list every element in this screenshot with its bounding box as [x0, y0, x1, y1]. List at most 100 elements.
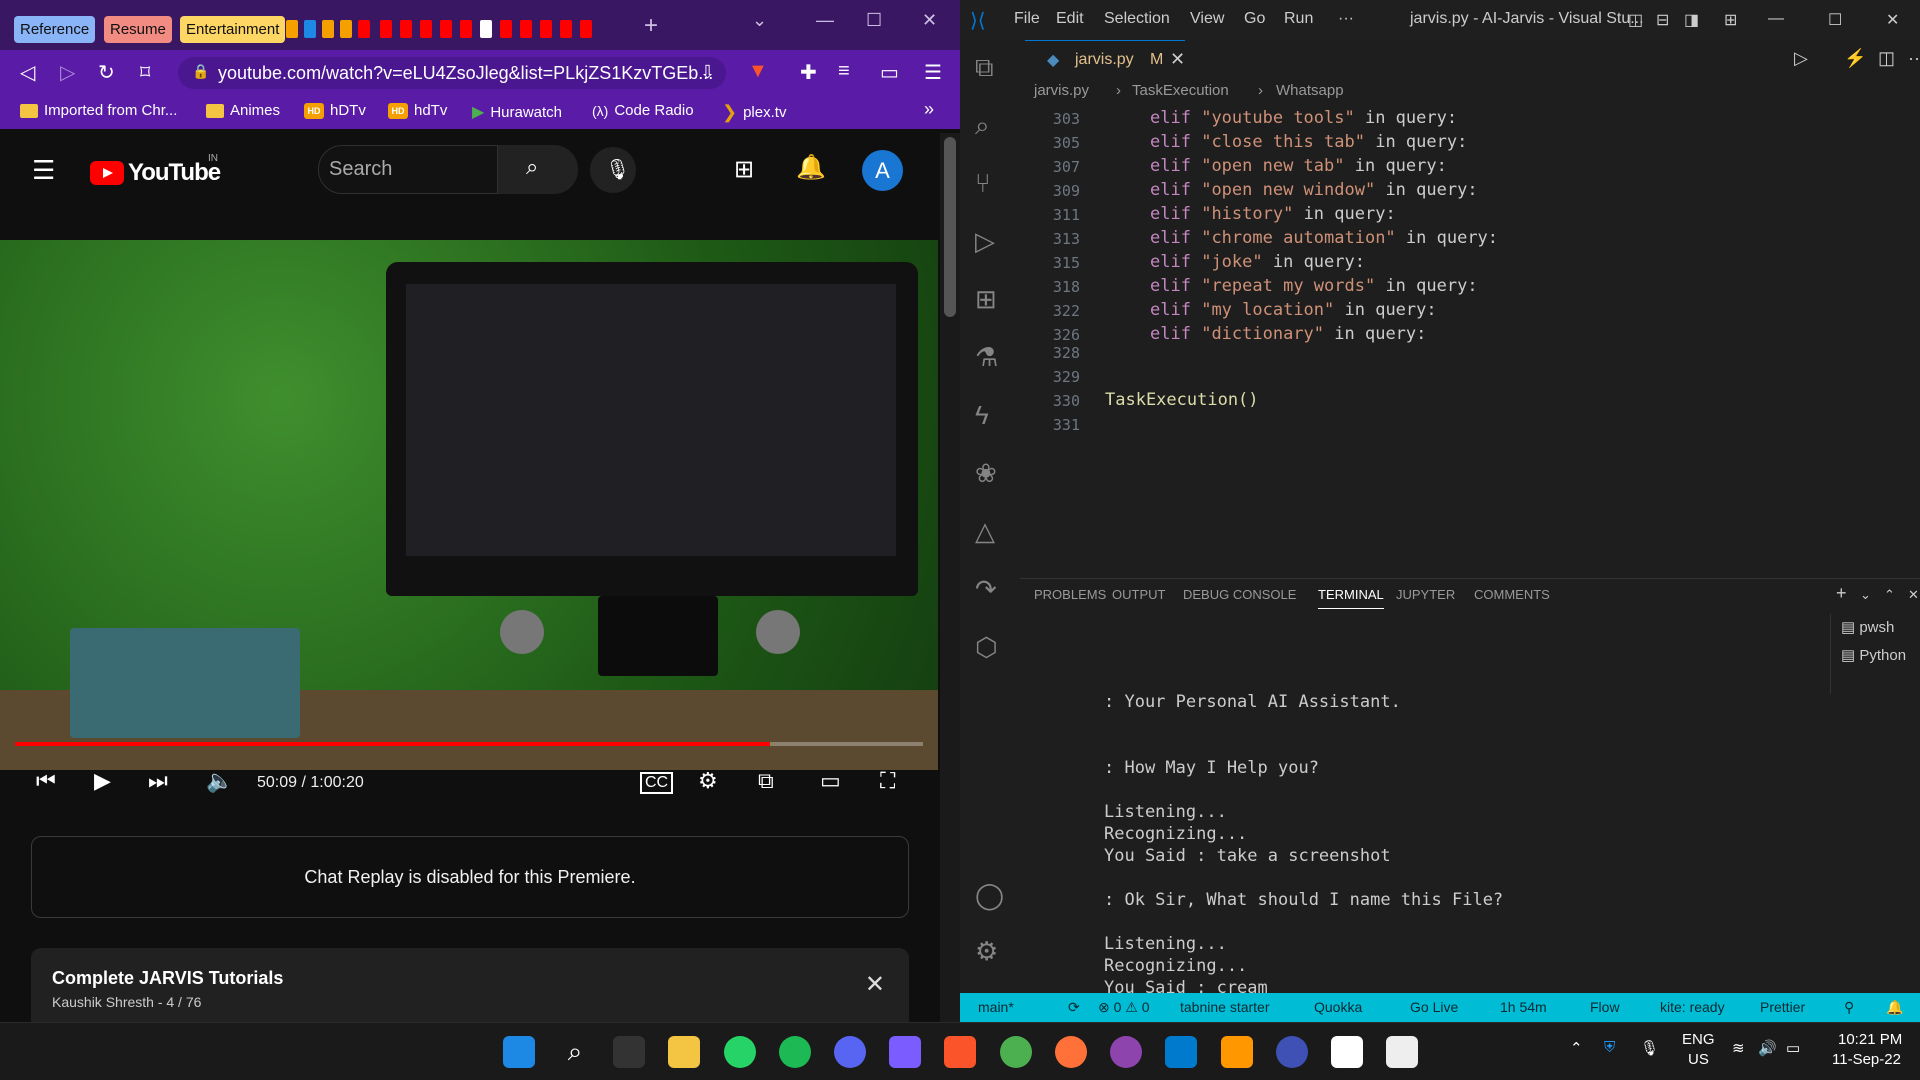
language-indicator[interactable]: ENG [1682, 1031, 1715, 1048]
extensions-icon[interactable]: ✚ [800, 60, 817, 85]
search-button[interactable]: ⌕ [498, 145, 578, 194]
mic-button[interactable]: 🎙 [590, 147, 636, 193]
breadcrumb-file[interactable]: jarvis.py [1034, 82, 1089, 99]
tab-favicon[interactable] [304, 20, 316, 38]
tab-favicon[interactable] [560, 20, 572, 38]
url-field[interactable]: 🔒 youtube.com/watch?v=eLU4ZsoJleg&list=P… [178, 57, 726, 89]
close-icon[interactable]: ✕ [865, 970, 885, 999]
sublime-icon[interactable] [1221, 1036, 1253, 1068]
close-button[interactable]: ✕ [1886, 10, 1899, 30]
youtube-logo[interactable]: YouTube IN [90, 153, 221, 187]
video-progress-bar[interactable] [15, 742, 923, 746]
menu-icon[interactable]: ☰ [924, 60, 942, 85]
minimize-button[interactable]: — [1768, 10, 1784, 28]
vpn-icon[interactable] [889, 1036, 921, 1068]
paw-icon[interactable]: ❀ [975, 458, 997, 489]
maximize-button[interactable]: ☐ [866, 10, 882, 31]
spotify-icon[interactable] [779, 1036, 811, 1068]
tab-favicon[interactable] [400, 20, 412, 38]
menu-edit[interactable]: Edit [1056, 10, 1084, 28]
terminal-python[interactable]: ▤ Python [1841, 646, 1906, 664]
live-share-icon[interactable]: ↷ [975, 574, 997, 605]
kite-status[interactable]: kite: ready [1660, 999, 1725, 1015]
bookmark-imported[interactable]: Imported from Chr... [20, 102, 177, 119]
bookmark-hurawatch[interactable]: ▶ Hurawatch [472, 102, 562, 122]
extensions-icon[interactable]: ⊞ [975, 284, 997, 315]
search-input[interactable]: Search [318, 145, 498, 194]
bookmark-icon[interactable]: ⌑ [140, 60, 150, 85]
play-icon[interactable]: ▶ [94, 768, 111, 794]
tab-favicon[interactable] [420, 20, 432, 38]
close-panel-icon[interactable]: ✕ [1908, 587, 1919, 603]
tab-problems[interactable]: PROBLEMS [1034, 587, 1106, 602]
tab-group-entertainment[interactable]: Entertainment [180, 16, 286, 43]
close-button[interactable]: ✕ [922, 10, 937, 31]
reload-icon[interactable]: ↻ [98, 60, 115, 85]
captions-icon[interactable]: CC [640, 772, 674, 794]
kite-icon[interactable]: △ [975, 516, 995, 547]
menu-selection[interactable]: Selection [1104, 10, 1170, 28]
clock-time[interactable]: 10:21 PM [1838, 1031, 1902, 1048]
theater-icon[interactable]: ▭ [820, 768, 841, 794]
customize-layout-icon[interactable]: ⊞ [1724, 10, 1737, 30]
notion-calendar-icon[interactable] [1386, 1036, 1418, 1068]
page-scrollbar[interactable] [940, 133, 960, 1022]
fullscreen-icon[interactable]: ⛶ [880, 768, 895, 794]
chevron-down-icon[interactable]: ⌄ [1860, 587, 1871, 603]
sync-icon[interactable]: ⟳ [1068, 999, 1080, 1016]
tab-favicon[interactable] [358, 20, 370, 38]
mic-icon[interactable]: 🎙 [1640, 1039, 1659, 1057]
previous-icon[interactable]: ⏮ [36, 768, 56, 794]
layout-icon[interactable]: ◫ [1628, 10, 1643, 30]
live-share-icon[interactable]: ⚲ [1844, 999, 1854, 1016]
tab-output[interactable]: OUTPUT [1112, 587, 1165, 602]
search-icon[interactable]: ⌕ [975, 110, 990, 142]
menu-run[interactable]: Run [1284, 10, 1313, 28]
eclipse-icon[interactable] [1276, 1036, 1308, 1068]
playlist-panel[interactable]: Complete JARVIS Tutorials Kaushik Shrest… [31, 948, 909, 1022]
terminal-icon[interactable] [613, 1036, 645, 1068]
tab-favicon[interactable] [580, 20, 592, 38]
terminal-pwsh[interactable]: ▤ pwsh [1841, 618, 1894, 636]
tab-favicon[interactable] [322, 20, 334, 38]
tab-favicon[interactable] [500, 20, 512, 38]
windows-start-icon[interactable] [503, 1036, 535, 1068]
tab-favicon[interactable] [440, 20, 452, 38]
bookmark-hdtv[interactable]: HD hDTv [304, 102, 366, 119]
account-icon[interactable]: ◯ [975, 880, 1004, 911]
sidebar-toggle-icon[interactable]: ◨ [1684, 10, 1699, 30]
maximize-button[interactable]: ☐ [1828, 10, 1842, 30]
code-editor[interactable]: 303 elif "youtube tools" in query: 305 elif… [1020, 106, 1920, 566]
more-actions-icon[interactable]: ··· [1908, 48, 1920, 69]
minimize-button[interactable]: — [816, 10, 834, 31]
settings-gear-icon[interactable]: ⚙ [975, 936, 998, 967]
breadcrumb-function[interactable]: Whatsapp [1276, 82, 1344, 99]
tab-terminal[interactable]: TERMINAL [1318, 587, 1384, 609]
hamburger-icon[interactable]: ☰ [32, 155, 55, 186]
miniplayer-icon[interactable]: ⧉ [758, 768, 774, 794]
tab-comments[interactable]: COMMENTS [1474, 587, 1550, 602]
run-icon[interactable]: ▷ [1794, 48, 1808, 69]
volume-icon[interactable]: 🔊 [1758, 1039, 1777, 1057]
tab-favicon[interactable] [286, 20, 298, 38]
discord-icon[interactable] [834, 1036, 866, 1068]
avatar[interactable]: A [862, 150, 903, 191]
menu-view[interactable]: View [1190, 10, 1224, 28]
new-tab-button[interactable]: + [644, 12, 658, 40]
wifi-icon[interactable]: ≋ [1732, 1039, 1745, 1057]
bookmark-plex[interactable]: ❯ plex.tv [722, 102, 786, 123]
tab-favicon[interactable] [540, 20, 552, 38]
tab-favicon[interactable] [520, 20, 532, 38]
tab-favicon[interactable] [340, 20, 352, 38]
forward-icon[interactable]: ▷ [60, 60, 75, 85]
minimap[interactable] [1900, 106, 1920, 306]
tab-debug-console[interactable]: DEBUG CONSOLE [1183, 587, 1296, 602]
playlist-icon[interactable]: ≡ [838, 60, 850, 83]
install-icon[interactable]: ⇩ [700, 62, 715, 83]
gear-icon[interactable]: ⚙ [698, 768, 718, 794]
create-video-icon[interactable]: ⊞ [734, 155, 754, 184]
search-icon[interactable]: ⌕ [559, 1036, 591, 1068]
problems-status[interactable]: ⊗ 0 ⚠ 0 [1098, 999, 1150, 1016]
close-icon[interactable]: ✕ [1170, 49, 1185, 70]
notification-bell-icon[interactable]: 🔔 [1886, 999, 1903, 1016]
